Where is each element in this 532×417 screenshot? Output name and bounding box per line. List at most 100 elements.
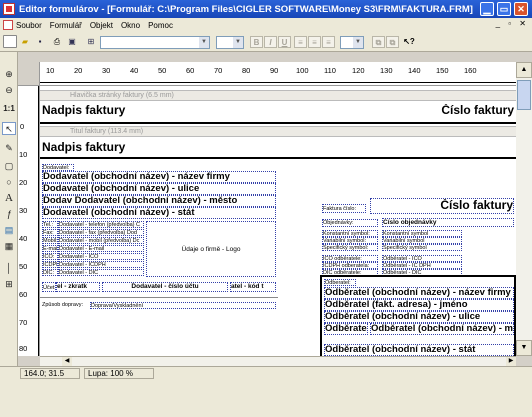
constant-symbol-field[interactable]: Konstantní symbol: [382, 230, 462, 237]
bank-code-field[interactable]: atel - kód t: [230, 282, 276, 292]
ico-field[interactable]: Dodavatel - IČO: [58, 253, 144, 260]
supplier-name[interactable]: Dodavatel (obchodní název) - název firmy: [42, 171, 276, 183]
image-tool-icon[interactable]: ▦: [2, 240, 16, 253]
icdph-label[interactable]: IČDPH:: [42, 261, 58, 268]
zoom-out-icon[interactable]: ⊖: [2, 84, 16, 97]
preview-icon[interactable]: ▣: [65, 35, 79, 48]
menu-soubor[interactable]: Soubor: [16, 21, 42, 30]
phone-field[interactable]: Dodavatel - telefon (předvolba) C: [58, 221, 144, 228]
align-left-icon[interactable]: ≡: [294, 36, 307, 48]
help-icon[interactable]: ↖?: [402, 35, 416, 48]
menu-objekt[interactable]: Objekt: [90, 21, 113, 30]
underline-button[interactable]: U: [278, 36, 291, 48]
fax-label[interactable]: Fax:: [42, 229, 58, 236]
order-label[interactable]: Objednávky:: [322, 219, 378, 227]
close-button[interactable]: ✕: [514, 2, 528, 16]
pointer-tool-icon[interactable]: ↖: [2, 122, 16, 135]
customer-ico-label[interactable]: IČO odběratele:: [322, 255, 378, 262]
supplier-city[interactable]: Dodav Dodavatel (obchodní název) - město: [42, 195, 276, 207]
invoice-number-field[interactable]: Číslo faktury: [370, 198, 514, 214]
text-tool-icon[interactable]: A: [2, 192, 16, 205]
scroll-right-icon[interactable]: ▶: [506, 357, 516, 366]
mobile-field[interactable]: Dodavatel - mobil (předvolba) Dc: [58, 237, 144, 244]
horizontal-scrollbar[interactable]: ◀ ▶: [40, 356, 516, 366]
line-tool-icon[interactable]: │: [2, 262, 16, 275]
constant-symbol-label[interactable]: Konstantní symbol:: [322, 230, 378, 237]
ico-label[interactable]: IČO:: [42, 253, 58, 260]
band-header[interactable]: Hlavička stránky faktury (6.5 mm): [40, 90, 516, 101]
fax-field[interactable]: Dodavatel - fax (předvolba) Dod: [58, 229, 144, 236]
mdi-controls[interactable]: _ ▫ ✕: [496, 19, 529, 28]
dic-field[interactable]: Dodavatel - DIČ: [58, 269, 144, 276]
paste-format-icon[interactable]: ⧉: [386, 36, 399, 48]
mobile-label[interactable]: Mobil:: [42, 237, 58, 244]
customer-label[interactable]: Odberatel:: [324, 279, 356, 286]
menu-pomoc[interactable]: Pomoc: [148, 21, 173, 30]
bold-button[interactable]: B: [250, 36, 263, 48]
variable-symbol-label[interactable]: Variabilní symbol:: [322, 237, 378, 244]
shipping-field[interactable]: Doprava/Vyskladnění: [90, 302, 276, 309]
open-icon[interactable]: ▰: [18, 35, 32, 48]
field-tool-icon[interactable]: ▤: [2, 224, 16, 237]
print-icon[interactable]: ⎙: [50, 35, 64, 48]
maximize-button[interactable]: ▭: [497, 2, 511, 16]
specific-symbol-label[interactable]: Specifický symbol:: [322, 244, 378, 251]
customer-icdph-field[interactable]: Odběratel - IČ DPH: [382, 262, 462, 269]
supplier-country[interactable]: Dodavatel (obchodní název) - stát: [42, 207, 276, 219]
account-label[interactable]: Účet:: [42, 282, 56, 292]
minimize-button[interactable]: ▁: [480, 2, 494, 16]
specific-symbol-field[interactable]: Specifický symbol: [382, 244, 462, 251]
customer-name[interactable]: Odběratel (obchodní název) - název firmy: [324, 287, 514, 299]
scroll-down-icon[interactable]: ▼: [516, 340, 532, 356]
grid-icon[interactable]: ⊞: [84, 35, 98, 48]
menu-okno[interactable]: Okno: [121, 21, 140, 30]
customer-street[interactable]: Odběratel (obchodní název) - ulice: [324, 311, 514, 323]
align-right-icon[interactable]: ≡: [322, 36, 335, 48]
email-label[interactable]: E-mail:: [42, 245, 58, 252]
title-heading[interactable]: Nadpis faktury: [42, 141, 242, 156]
supplier-street[interactable]: Dodavatel (obchodní název) - ulice: [42, 183, 276, 195]
band-title[interactable]: Titul faktury (113.4 mm): [40, 126, 516, 137]
new-icon[interactable]: [3, 35, 17, 48]
bank-abbr-field[interactable]: el - zkratk: [56, 282, 100, 292]
vertical-scrollbar[interactable]: ▲ ▼: [516, 62, 532, 356]
document-icon[interactable]: [3, 20, 13, 30]
zoom-actual-icon[interactable]: 1:1: [2, 102, 16, 115]
customer-country[interactable]: Odběratel (obchodní název) - stát: [324, 344, 514, 356]
scroll-thumb[interactable]: [517, 80, 531, 110]
font-size-select[interactable]: ▼: [216, 36, 244, 49]
order-field[interactable]: Číslo objednávky: [382, 218, 514, 227]
rectangle-tool-icon[interactable]: ▢: [2, 160, 16, 173]
header-invoice-number[interactable]: Číslo faktury: [380, 104, 514, 120]
zoom-in-icon[interactable]: ⊕: [2, 68, 16, 81]
formula-tool-icon[interactable]: ƒ: [2, 208, 16, 221]
icdph-field[interactable]: Dodavatel - IČDPH: [58, 261, 144, 268]
email-field[interactable]: Dodavatel - E-mail: [58, 245, 144, 252]
dic-label[interactable]: DIČ:: [42, 269, 58, 276]
ellipse-tool-icon[interactable]: ○: [2, 176, 16, 189]
scroll-up-icon[interactable]: ▲: [516, 62, 532, 78]
company-logo-box[interactable]: Údaje o firmě - Logo: [146, 221, 276, 277]
save-icon[interactable]: ▪: [33, 35, 47, 48]
color-select[interactable]: ▼: [340, 36, 364, 49]
header-title[interactable]: Nadpis faktury: [42, 104, 242, 120]
menu-formular[interactable]: Formulář: [50, 21, 82, 30]
customer-ico-field[interactable]: Odběratel - IČO: [382, 255, 462, 262]
invoice-number-label[interactable]: Faktura číslo:: [322, 204, 366, 213]
align-center-icon[interactable]: ≡: [308, 36, 321, 48]
variable-symbol-field[interactable]: Variabilní symbol: [382, 237, 462, 244]
customer-city[interactable]: Odběratel (obchodní název) - mě: [370, 323, 514, 335]
form-canvas[interactable]: Hlavička stránky faktury (6.5 mm) Nadpis…: [40, 86, 516, 356]
shipping-label[interactable]: Způsob dopravy:: [42, 302, 88, 309]
scroll-left-icon[interactable]: ◀: [62, 357, 72, 366]
phone-label[interactable]: Tel.:: [42, 221, 58, 228]
customer-icdph-label[interactable]: IČDPH odberatela:: [322, 262, 378, 269]
table-tool-icon[interactable]: ⊞: [2, 278, 16, 291]
copy-format-icon[interactable]: ⧉: [372, 36, 385, 48]
account-number-field[interactable]: Dodavatel - číslo účtu: [102, 282, 228, 292]
pencil-tool-icon[interactable]: ✎: [2, 142, 16, 155]
font-name-select[interactable]: ▼: [100, 36, 210, 49]
customer-zip[interactable]: Odběrate: [324, 323, 368, 335]
italic-button[interactable]: I: [264, 36, 277, 48]
customer-billing-name[interactable]: Odběratel (fakt. adresa) - jméno: [324, 299, 514, 311]
